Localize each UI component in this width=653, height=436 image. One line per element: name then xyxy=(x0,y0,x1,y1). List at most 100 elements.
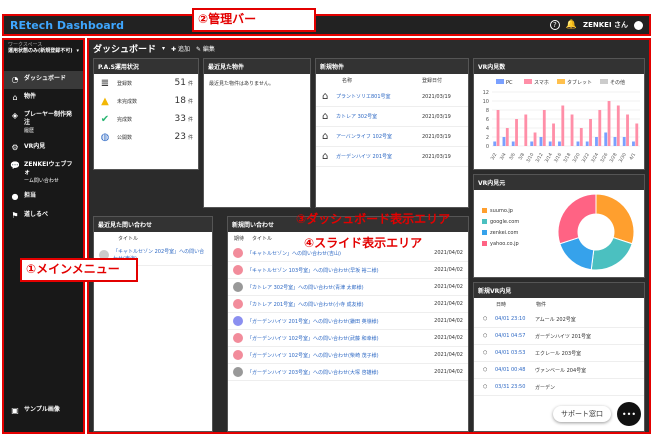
face-icon xyxy=(233,299,243,309)
pas-status-card: P.A.S運用状況 ≣ 登録数 51 件 ▲ 未完成数 18 件 ✔ 完成数 33 件… xyxy=(93,58,199,170)
empty-message: 最近見た物件はありません。 xyxy=(209,81,274,87)
dashboard-title: ダッシュボード xyxy=(93,45,157,55)
list-item[interactable]: ⬡ 03/31 23:50 ガーデン xyxy=(474,379,644,396)
support-label[interactable]: サポート窓口 xyxy=(553,406,611,422)
y-tick-label: 12 xyxy=(483,90,489,96)
y-tick-label: 6 xyxy=(486,117,489,123)
nav-item-properties[interactable]: ⌂ 物件 xyxy=(4,89,83,107)
vr-headset-icon: ⬡ xyxy=(482,350,488,356)
legend-label: google.com xyxy=(490,219,519,225)
legend-swatch xyxy=(557,79,565,84)
pie-slice xyxy=(590,236,633,271)
y-tick-label: 4 xyxy=(486,126,489,132)
stat-row: ◍ 公開数 23 件 xyxy=(100,131,193,143)
bar xyxy=(539,137,543,146)
table-header: 名称 登録日付 xyxy=(342,78,443,84)
bar xyxy=(585,141,589,146)
face-icon xyxy=(233,367,243,377)
user-avatar-icon[interactable] xyxy=(634,20,643,30)
bar xyxy=(635,123,639,146)
chevron-down-icon[interactable]: ▾ xyxy=(162,45,165,52)
nav-item-sample-images[interactable]: ▣ サンプル画像 xyxy=(4,402,83,420)
dashboard-icon: ◔ xyxy=(11,74,19,84)
help-icon[interactable]: ? xyxy=(549,20,560,30)
bar xyxy=(598,110,602,146)
bar xyxy=(542,110,546,146)
house-icon: ⌂ xyxy=(322,151,329,162)
face-icon xyxy=(233,248,243,258)
vr-headset-icon: ⬡ xyxy=(482,384,488,390)
database-icon: ≣ xyxy=(100,77,110,89)
legend-swatch xyxy=(482,219,487,224)
list-item[interactable]: 「ガーデンハイツ 201号室」への問い合わせ(鎌田 英嶺様) 2021/04/0… xyxy=(228,313,468,330)
bar xyxy=(570,114,574,146)
face-icon xyxy=(233,350,243,360)
list-item[interactable]: ⬡ 04/01 04:57 ガーデンハイツ 201号室 xyxy=(474,328,644,345)
legend-swatch xyxy=(524,79,532,84)
chevron-down-icon[interactable]: ▾ xyxy=(76,48,79,54)
table-header: タイトル xyxy=(118,236,139,242)
card-title: 最近見た問い合わせ xyxy=(94,217,212,232)
table-row[interactable]: ⌂ カトレア 302号室 2021/03/19 xyxy=(316,107,468,127)
legend-swatch xyxy=(496,79,504,84)
x-tick-label: 3/18 xyxy=(562,152,572,164)
x-tick-label: 3/12 xyxy=(534,152,544,164)
vr-gear-icon: ⚙ xyxy=(11,142,19,152)
nav-item-dashboard[interactable]: ◔ ダッシュボード xyxy=(4,70,83,89)
check-icon: ✔ xyxy=(100,113,110,125)
nav-item-web-form[interactable]: 💬 ZENKEIウェブフォ ーム問い合わせ xyxy=(4,157,83,188)
legend-swatch xyxy=(600,79,608,84)
list-item[interactable]: 「キャトルセゾン 103号室」への問い合わせ(早坂 裕二様) 2021/04/0… xyxy=(228,262,468,279)
bell-icon[interactable]: 🔔 xyxy=(566,20,577,30)
x-tick-label: 3/10 xyxy=(525,152,535,164)
recent-properties-card: 最近見た物件 最近見た物件はありません。 xyxy=(203,58,311,208)
table-row[interactable]: ⌂ プラントソリエ801号室 2021/03/19 xyxy=(316,87,468,107)
pie-slice xyxy=(557,193,597,245)
main-menu: ワークスペース 運用状態のみ(新規登録不可) ▾ ◔ ダッシュボード ⌂ 物件 … xyxy=(2,38,85,434)
card-title: P.A.S運用状況 xyxy=(94,59,198,74)
vr-headset-icon: ⬡ xyxy=(482,316,488,322)
house-icon: ⌂ xyxy=(322,91,329,102)
nav-item-staff[interactable]: ● 担当 xyxy=(4,188,83,206)
globe-icon: ◍ xyxy=(100,131,110,143)
x-tick-label: 3/14 xyxy=(544,152,554,164)
home-icon: ⌂ xyxy=(12,92,18,102)
x-tick-label: 3/4 xyxy=(499,152,508,161)
list-item[interactable]: 「カトレア 201号室」への問い合わせ(小寺 成友様) 2021/04/02 xyxy=(228,296,468,313)
list-item[interactable]: 「ガーデンハイツ 102号室」への問い合わせ(柴崎 茂子様) 2021/04/0… xyxy=(228,347,468,364)
list-item[interactable]: ⬡ 04/01 00:48 ヴァンベール 204号室 xyxy=(474,362,644,379)
edit-button[interactable]: ✎ 編集 xyxy=(196,44,215,53)
new-properties-card: 新規物件 名称 登録日付 ⌂ プラントソリエ801号室 2021/03/19 ⌂… xyxy=(315,58,469,208)
callout-admin-bar: ②管理バー xyxy=(192,8,316,32)
user-name[interactable]: ZENKEI さん xyxy=(583,20,628,30)
table-row[interactable]: ⌂ ガーデンハイツ 201号室 2021/03/19 xyxy=(316,147,468,167)
nav-item-guide[interactable]: ⚑ 道しるべ xyxy=(4,207,83,225)
list-item[interactable]: 「ガーデンハイツ 203号室」への問い合わせ(大塚 啓雄様) 2021/04/0… xyxy=(228,364,468,381)
bar xyxy=(496,110,500,146)
card-title: 新規物件 xyxy=(316,59,468,74)
workspace-value: 運用状態のみ(新規登録不可) xyxy=(8,48,73,55)
list-item[interactable]: ⬡ 04/01 03:53 エクレール 203号室 xyxy=(474,345,644,362)
nav-item-vr-viewing[interactable]: ⚙ VR内見 xyxy=(4,139,83,157)
bar xyxy=(604,132,608,146)
add-button[interactable]: ✚ 追加 xyxy=(171,44,190,53)
x-tick-label: 3/30 xyxy=(618,152,628,164)
y-tick-label: 8 xyxy=(486,108,489,114)
list-item[interactable]: 「カトレア 302号室」への問い合わせ(青津 太郎様) 2021/04/02 xyxy=(228,279,468,296)
legend-label: zenkei.com xyxy=(490,230,518,236)
bar xyxy=(561,105,565,146)
list-item[interactable]: 「ガーデンハイツ 102号室」への問い合わせ(武藤 和幸様) 2021/04/0… xyxy=(228,330,468,347)
legend-label: PC xyxy=(506,80,513,86)
brand-logo[interactable]: REtech Dashboard xyxy=(10,19,124,32)
table-row[interactable]: ⌂ アーバンライフ 102号室 2021/03/19 xyxy=(316,127,468,147)
nav-item-player-orders[interactable]: ◈ プレーヤー制作発注 履歴 xyxy=(4,107,83,138)
bar xyxy=(505,128,509,146)
bar xyxy=(552,123,555,146)
workspace-selector[interactable]: ワークスペース 運用状態のみ(新規登録不可) ▾ xyxy=(4,40,83,57)
y-tick-label: 10 xyxy=(483,99,489,105)
vr-headset-icon: ⬡ xyxy=(482,367,488,373)
support-widget[interactable]: サポート窓口 ••• xyxy=(553,402,641,426)
chat-bubble-icon[interactable]: ••• xyxy=(617,402,641,426)
dashboard-header: ダッシュボード ▾ ✚ 追加 ✎ 編集 xyxy=(93,42,215,55)
list-item[interactable]: ⬡ 04/01 23:10 アムール 202号室 xyxy=(474,311,644,328)
